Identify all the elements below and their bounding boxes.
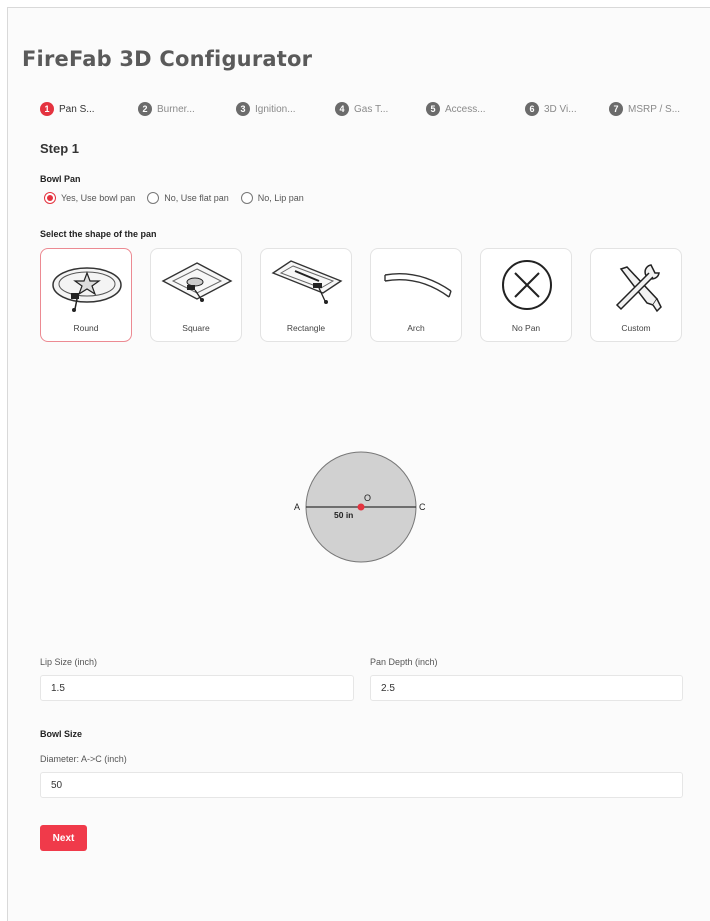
diameter-input[interactable] [40,772,683,798]
shape-card-custom[interactable]: Custom [590,248,682,342]
radio-flat-pan[interactable]: No, Use flat pan [147,192,235,204]
label-o: O [364,493,371,503]
radio-dot[interactable] [44,192,56,204]
shape-card-square[interactable]: Square [150,248,242,342]
pan-depth-input[interactable] [370,675,683,701]
no-pan-icon [502,260,552,310]
step-heading: Step 1 [40,141,80,156]
shape-card-no-pan[interactable]: No Pan [480,248,572,342]
step-label: 3D Vi... [544,103,577,115]
radio-label: Yes, Use bowl pan [61,193,136,203]
label-c: C [419,502,426,512]
stepper: 1 Pan S... 2 Burner... 3 Ignition... 4 G… [40,102,690,122]
step-number: 1 [40,102,54,116]
rectangle-pan-icon [271,260,343,304]
square-pan-icon [161,262,233,302]
next-button[interactable]: Next [40,825,87,851]
step-number: 4 [335,102,349,116]
arch-pan-icon [384,273,452,298]
shape-card-arch[interactable]: Arch [370,248,462,342]
bowl-pan-label: Bowl Pan [40,174,81,184]
lip-size-input[interactable] [40,675,354,701]
step-7[interactable]: 7 MSRP / S... [609,102,680,116]
step-6[interactable]: 6 3D Vi... [525,102,577,116]
diameter-label: Diameter: A->C (inch) [40,754,127,764]
round-pan-icon [52,267,122,312]
step-5[interactable]: 5 Access... [426,102,486,116]
page-title: FireFab 3D Configurator [22,47,313,71]
step-label: Ignition... [255,103,296,115]
bowl-size-label: Bowl Size [40,729,83,739]
step-number: 7 [609,102,623,116]
shape-label: Round [73,323,99,333]
step-number: 3 [236,102,250,116]
radio-dot[interactable] [240,192,253,204]
pan-depth-label: Pan Depth (inch) [370,657,438,667]
tools-icon [615,264,662,313]
shape-card-round[interactable]: Round [40,248,132,342]
radio-dot[interactable] [147,192,160,204]
lip-size-label: Lip Size (inch) [40,657,98,667]
label-a: A [294,502,300,512]
shape-label: No Pan [511,323,541,333]
step-4[interactable]: 4 Gas T... [335,102,388,116]
shape-label: Rectangle [286,323,326,333]
radio-label: No, Use flat pan [164,193,229,203]
round-pan-diagram: A C O 50 in [294,451,426,563]
step-label: Pan S... [59,103,95,115]
step-3[interactable]: 3 Ignition... [236,102,296,116]
radio-lip-pan[interactable]: No, Lip pan [240,192,310,204]
step-number: 5 [426,102,440,116]
step-number: 6 [525,102,539,116]
step-2[interactable]: 2 Burner... [138,102,195,116]
shape-label: Arch [407,323,425,333]
radio-label: No, Lip pan [257,193,304,203]
shape-label: Custom [621,323,651,333]
radio-yes-bowl-pan[interactable]: Yes, Use bowl pan [44,192,141,204]
shape-section-label: Select the shape of the pan [40,229,157,239]
dimension-label: 50 in [334,510,353,520]
shape-label: Square [182,323,210,333]
center-point [357,503,365,511]
bowl-pan-radio-group: Yes, Use bowl pan No, Use flat pan No, L… [44,192,310,204]
step-number: 2 [138,102,152,116]
step-label: MSRP / S... [628,103,681,115]
shape-card-rectangle[interactable]: Rectangle [260,248,352,342]
step-label: Burner... [157,103,195,115]
step-label: Access... [445,103,486,115]
step-label: Gas T... [354,103,389,115]
step-1[interactable]: 1 Pan S... [40,102,95,116]
